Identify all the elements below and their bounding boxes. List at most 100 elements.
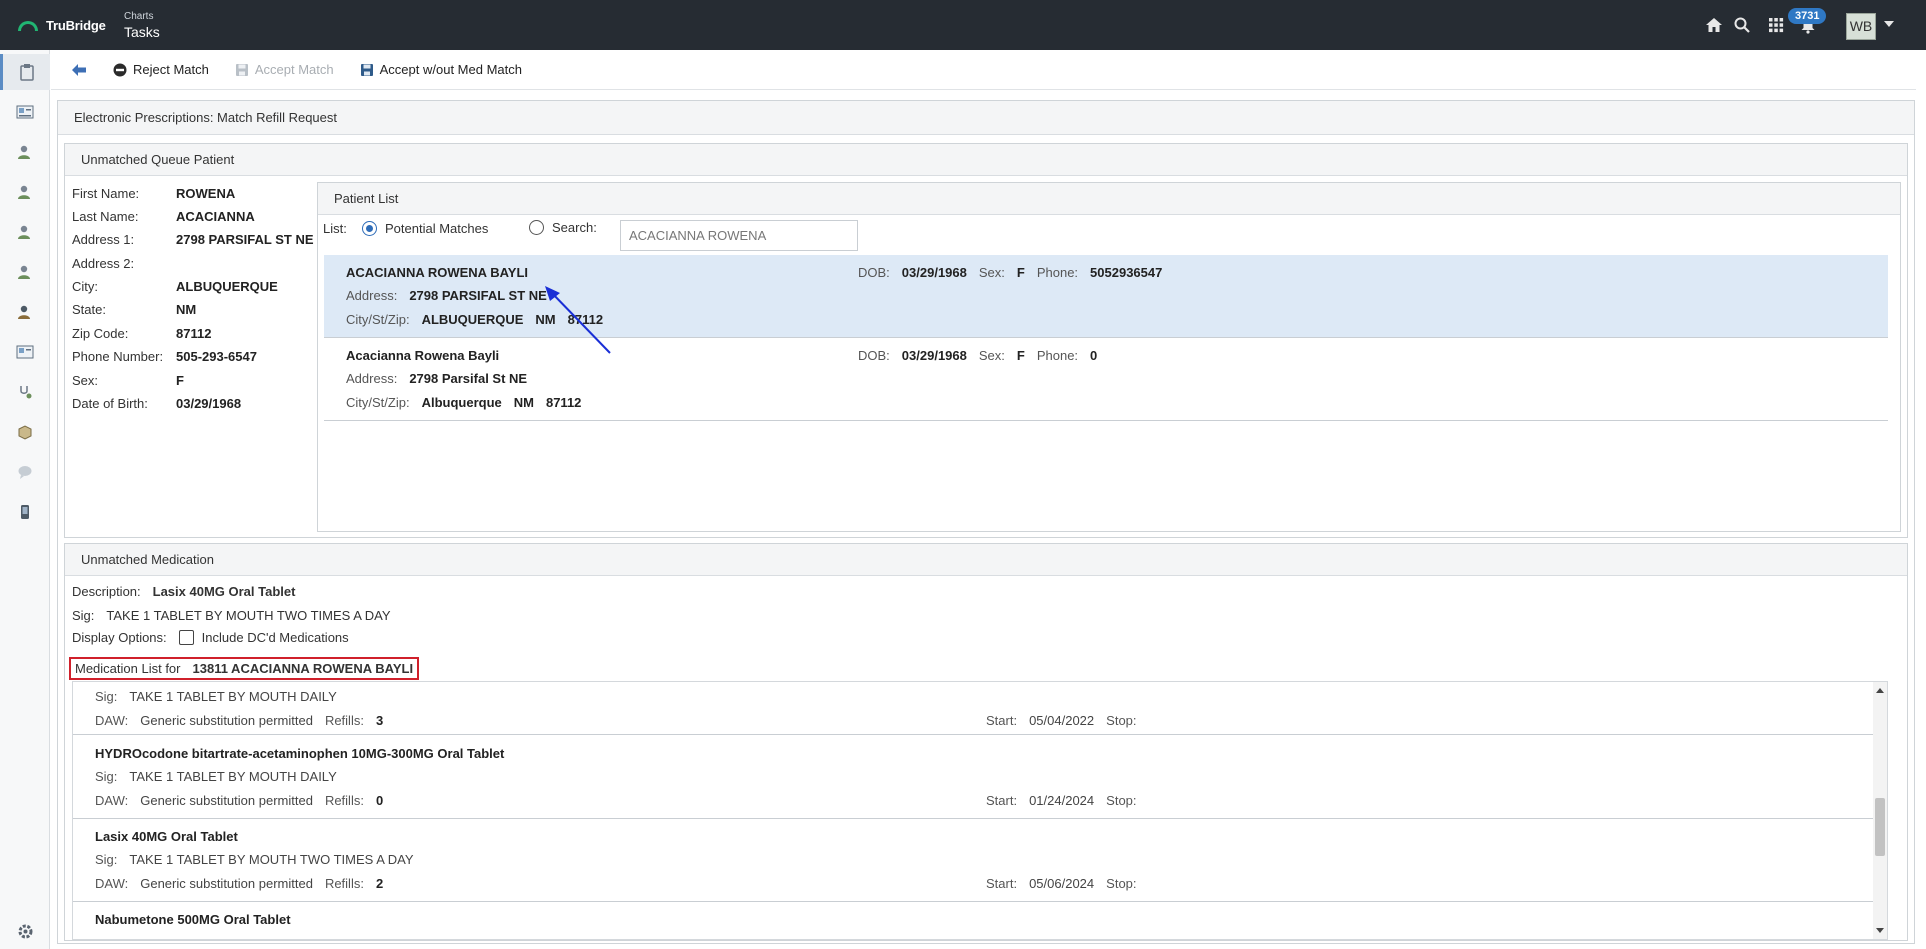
- patient-field-city: City: ALBUQUERQUE: [72, 279, 278, 294]
- person-icon: [18, 145, 30, 159]
- sidebar-item-stethoscope[interactable]: [0, 374, 50, 410]
- accept-without-med-match-label: Accept w/out Med Match: [379, 62, 522, 77]
- home-icon[interactable]: [1704, 16, 1724, 36]
- accept-match-label: Accept Match: [254, 62, 334, 77]
- medication-list-heading: Medication List for 13811 ACACIANNA ROWE…: [69, 657, 420, 680]
- match-city-st-zip: City/St/Zip: ALBUQUERQUE NM 87112: [346, 312, 604, 327]
- patient-list-panel: Patient List List: Potential Matches Sea…: [317, 182, 1901, 532]
- id-card-icon: [16, 345, 34, 359]
- list-label: List:: [323, 221, 347, 236]
- patient-search-input[interactable]: [620, 220, 858, 251]
- stethoscope-icon: [20, 386, 32, 399]
- medication-item[interactable]: HYDROcodone bitartrate-acetaminophen 10M…: [73, 736, 1873, 819]
- patient-list-title: Patient List: [318, 183, 1900, 215]
- patient-field-last-name: Last Name: ACACIANNA: [72, 209, 255, 224]
- settings-button[interactable]: [0, 913, 50, 949]
- back-button[interactable]: [71, 63, 87, 77]
- patient-field-address-2: Address 2:: [72, 256, 135, 271]
- medication-item[interactable]: Nabumetone 500MG Oral Tablet: [73, 902, 1873, 939]
- match-city-st-zip: City/St/Zip: Albuquerque NM 87112: [346, 395, 582, 410]
- save-icon: [360, 63, 373, 76]
- person-icon: [18, 225, 30, 239]
- patient-match-row[interactable]: ACACIANNA ROWENA BAYLI Address: 2798 PAR…: [324, 255, 1888, 338]
- medication-item[interactable]: Sig: TAKE 1 TABLET BY MOUTH DAILY DAW: G…: [73, 682, 1873, 735]
- reject-match-label: Reject Match: [133, 62, 209, 77]
- match-demographics: DOB: 03/29/1968 Sex: F Phone: 5052936547: [858, 265, 1163, 280]
- patient-field-state: State: NM: [72, 302, 197, 317]
- gear-icon: [18, 924, 32, 938]
- page-title: Tasks: [124, 24, 160, 40]
- apps-grid-icon[interactable]: [1766, 16, 1786, 36]
- search-radio[interactable]: Search:: [529, 220, 597, 235]
- medication-list-scrollbar[interactable]: [1873, 682, 1887, 939]
- medication-dates-line: Start: 01/24/2024 Stop:: [986, 793, 1137, 808]
- sidebar-item-clipboard[interactable]: [0, 54, 50, 90]
- scroll-up-icon[interactable]: [1876, 688, 1884, 693]
- patient-field-zip: Zip Code: 87112: [72, 326, 212, 341]
- potential-matches-radio[interactable]: Potential Matches: [362, 221, 488, 236]
- sidebar-item-person-2[interactable]: [0, 174, 50, 210]
- unmatched-patient-title: Unmatched Queue Patient: [65, 144, 1907, 176]
- person-icon: [18, 185, 30, 199]
- match-refill-request-panel: Electronic Prescriptions: Match Refill R…: [57, 100, 1915, 944]
- breadcrumb[interactable]: Charts Tasks: [124, 11, 160, 40]
- unmatched-medication-panel: Unmatched Medication Description: Lasix …: [64, 543, 1908, 941]
- breadcrumb-parent: Charts: [124, 11, 154, 22]
- medication-description: Description: Lasix 40MG Oral Tablet: [72, 584, 296, 599]
- display-options: Display Options: Include DC'd Medication…: [72, 630, 349, 645]
- chevron-down-icon[interactable]: [1884, 21, 1894, 27]
- save-icon: [235, 63, 248, 76]
- sidebar-item-device[interactable]: [0, 494, 50, 530]
- top-bar: TruBridge Charts Tasks 3731 WB: [0, 0, 1926, 50]
- person-icon: [18, 305, 30, 319]
- include-dc-checkbox[interactable]: Include DC'd Medications: [178, 630, 349, 645]
- medication-daw-line: DAW: Generic substitution permitted Refi…: [95, 793, 384, 808]
- medication-sig: Sig: TAKE 1 TABLET BY MOUTH TWO TIMES A …: [72, 608, 391, 623]
- toolbar: Reject Match Accept Match Accept w/out M…: [51, 50, 1916, 90]
- sidebar-item-card[interactable]: [0, 334, 50, 370]
- radio-unselected: [529, 220, 544, 235]
- sidebar-item-chart[interactable]: [0, 94, 50, 130]
- accept-without-med-match-button[interactable]: Accept w/out Med Match: [360, 62, 522, 77]
- brand-logo[interactable]: TruBridge: [18, 18, 106, 33]
- sidebar-item-box[interactable]: [0, 414, 50, 450]
- clipboard-icon: [19, 64, 34, 81]
- medication-sig-line: Sig: TAKE 1 TABLET BY MOUTH DAILY: [95, 769, 337, 784]
- patient-field-dob: Date of Birth: 03/29/1968: [72, 396, 242, 411]
- patient-field-sex: Sex: F: [72, 373, 184, 388]
- notification-badge[interactable]: 3731: [1788, 8, 1827, 24]
- match-name: ACACIANNA ROWENA BAYLI: [346, 265, 528, 280]
- unmatched-medication-title: Unmatched Medication: [65, 544, 1907, 576]
- potential-matches-label: Potential Matches: [385, 221, 489, 236]
- accept-match-button[interactable]: Accept Match: [235, 62, 334, 77]
- radio-selected: [362, 221, 377, 236]
- sidebar-item-chat[interactable]: [0, 454, 50, 490]
- scroll-down-icon[interactable]: [1876, 928, 1884, 933]
- scrollbar-thumb[interactable]: [1875, 798, 1885, 856]
- medication-sig-line: Sig: TAKE 1 TABLET BY MOUTH DAILY: [95, 689, 337, 704]
- medication-list[interactable]: Sig: TAKE 1 TABLET BY MOUTH DAILY DAW: G…: [72, 681, 1888, 940]
- match-address: Address: 2798 PARSIFAL ST NE: [346, 288, 547, 303]
- left-sidebar: [0, 50, 50, 949]
- patient-match-row[interactable]: Acacianna Rowena Bayli Address: 2798 Par…: [324, 338, 1888, 421]
- medication-daw-line: DAW: Generic substitution permitted Refi…: [95, 876, 384, 891]
- medication-dates-line: Start: 05/04/2022 Stop:: [986, 713, 1137, 728]
- patient-field-address-1: Address 1: 2798 PARSIFAL ST NE: [72, 232, 314, 247]
- match-demographics: DOB: 03/29/1968 Sex: F Phone: 0: [858, 348, 1098, 363]
- sidebar-item-person-4[interactable]: [0, 254, 50, 290]
- medication-daw-line: DAW: Generic substitution permitted Refi…: [95, 713, 384, 728]
- sidebar-item-person-1[interactable]: [0, 134, 50, 170]
- reject-match-button[interactable]: Reject Match: [113, 62, 209, 77]
- medication-sig-line: Sig: TAKE 1 TABLET BY MOUTH TWO TIMES A …: [95, 852, 414, 867]
- medication-item[interactable]: Lasix 40MG Oral Tablet Sig: TAKE 1 TABLE…: [73, 819, 1873, 902]
- back-arrow-icon: [72, 63, 86, 76]
- search-icon[interactable]: [1732, 16, 1752, 36]
- brand-name: TruBridge: [46, 18, 106, 33]
- sidebar-item-person-3[interactable]: [0, 214, 50, 250]
- search-label: Search:: [552, 220, 597, 235]
- sidebar-item-person-5[interactable]: [0, 294, 50, 330]
- avatar[interactable]: WB: [1846, 13, 1876, 40]
- patient-field-phone: Phone Number: 505-293-6547: [72, 349, 257, 364]
- person-icon: [18, 265, 30, 279]
- box-icon: [18, 425, 32, 440]
